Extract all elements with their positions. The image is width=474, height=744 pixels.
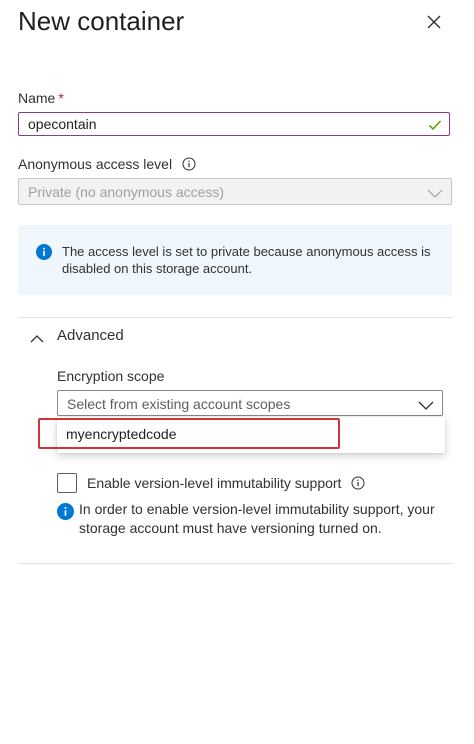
encryption-scope-dropdown: myencryptedcode xyxy=(57,417,445,453)
panel-title: New container xyxy=(18,6,185,36)
close-icon[interactable] xyxy=(424,12,444,32)
info-banner-text: The access level is set to private becau… xyxy=(62,244,431,276)
advanced-label: Advanced xyxy=(57,327,124,344)
access-level-label: Anonymous access level xyxy=(18,156,173,172)
info-outline-icon[interactable] xyxy=(182,157,196,171)
required-asterisk: * xyxy=(58,90,64,106)
name-label-text: Name xyxy=(18,90,56,106)
immutability-row: Enable version-level immutability suppor… xyxy=(57,473,365,493)
info-outline-icon[interactable] xyxy=(351,476,365,490)
immutability-checkbox-label[interactable]: Enable version-level immutability suppor… xyxy=(87,475,341,491)
chevron-up-icon xyxy=(30,331,44,342)
valid-check-icon xyxy=(428,118,442,132)
immutability-info-text: In order to enable version-level immutab… xyxy=(79,501,435,536)
advanced-toggle[interactable]: Advanced xyxy=(30,327,124,344)
immutability-checkbox[interactable] xyxy=(57,473,77,493)
access-level-label-row: Anonymous access level xyxy=(18,156,196,172)
info-filled-icon xyxy=(36,244,52,260)
encryption-scope-label: Encryption scope xyxy=(57,368,165,384)
encryption-scope-select[interactable]: Select from existing account scopes xyxy=(57,390,443,416)
info-banner: The access level is set to private becau… xyxy=(18,225,452,295)
section-divider xyxy=(18,563,452,564)
name-input[interactable]: opecontain xyxy=(18,112,450,136)
encryption-scope-placeholder: Select from existing account scopes xyxy=(67,396,291,412)
dropdown-option[interactable]: myencryptedcode xyxy=(66,426,177,442)
section-divider xyxy=(18,317,452,318)
info-filled-icon xyxy=(57,503,74,520)
access-level-value: Private (no anonymous access) xyxy=(28,184,225,200)
chevron-down-icon xyxy=(418,398,434,410)
name-input-value: opecontain xyxy=(28,116,97,132)
chevron-down-icon xyxy=(427,186,443,198)
access-level-select: Private (no anonymous access) xyxy=(18,178,452,205)
name-label: Name * xyxy=(18,90,64,106)
